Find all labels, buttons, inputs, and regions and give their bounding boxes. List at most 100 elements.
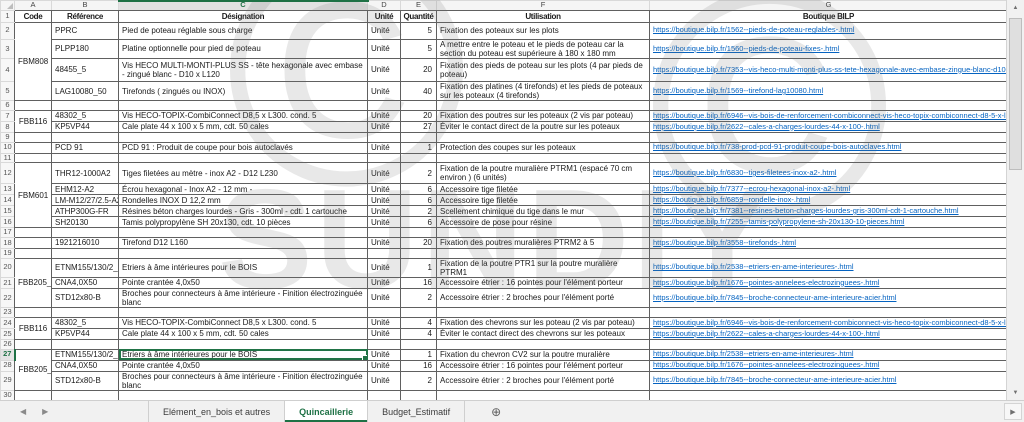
cell-quantity[interactable]: 6 [401, 217, 437, 228]
cell-designation[interactable]: Tamis polypropylène SH 20x130, cdt. 10 p… [119, 217, 368, 228]
cell-utilisation[interactable]: Fixation des poutres sur les poteaux (2 … [437, 111, 650, 122]
cell-designation[interactable]: Tirefond D12 L160 [119, 237, 368, 248]
cell-unit[interactable]: Unité [368, 59, 401, 82]
cell-designation[interactable]: Platine optionnelle pour pied de poteau [119, 39, 368, 58]
row-number[interactable]: 27 [1, 349, 15, 360]
cell-code[interactable] [15, 339, 52, 349]
cell-link-container[interactable] [650, 228, 1008, 238]
cell-link-container[interactable]: https://boutique.bilp.fr/6946--vis-bois-… [650, 111, 1008, 122]
cell-reference[interactable]: CNA4,0X50 [52, 360, 119, 371]
cell-link-container[interactable]: https://boutique.bilp.fr/7255--tamis-pol… [650, 217, 1008, 228]
cell-link-container[interactable] [650, 248, 1008, 258]
cell-designation[interactable] [119, 248, 368, 258]
cell-utilisation[interactable] [437, 101, 650, 111]
cell-quantity[interactable]: 5 [401, 22, 437, 39]
cell-utilisation[interactable]: Scellement chimique du tige dans le mur [437, 206, 650, 217]
cell-reference[interactable]: ATHP300G-FR [52, 206, 119, 217]
cell-utilisation[interactable]: Fixation de la poutre muralière PTRM1 (e… [437, 163, 650, 184]
product-link[interactable]: https://boutique.bilp.fr/1560--pieds-de-… [653, 44, 839, 53]
cell-unit[interactable] [368, 308, 401, 318]
cell-quantity[interactable]: 2 [401, 206, 437, 217]
cell-reference[interactable] [52, 133, 119, 143]
cell-designation[interactable]: Tirefonds ( zingués ou INOX) [119, 82, 368, 101]
cell-designation[interactable]: Rondelles INOX D 12,2 mm [119, 195, 368, 206]
row-number[interactable]: 24 [1, 317, 15, 328]
cell-utilisation[interactable] [437, 133, 650, 143]
cell-unit[interactable] [368, 390, 401, 400]
cell-utilisation[interactable]: Accessoire tige filetée [437, 195, 650, 206]
cell-code[interactable] [15, 390, 52, 400]
product-link[interactable]: https://boutique.bilp.fr/7845--broche-co… [653, 293, 896, 302]
column-letter-f[interactable]: F [437, 1, 650, 11]
cell-reference[interactable]: THR12-1000A2 [52, 163, 119, 184]
cell-quantity[interactable]: 6 [401, 184, 437, 195]
cell-quantity[interactable]: 5 [401, 39, 437, 58]
cell-unit[interactable]: Unité [368, 195, 401, 206]
column-letter-a[interactable]: A [15, 1, 52, 11]
cell-quantity[interactable] [401, 101, 437, 111]
cell-unit[interactable]: Unité [368, 277, 401, 288]
cell-quantity[interactable]: 20 [401, 237, 437, 248]
cell-unit[interactable]: Unité [368, 206, 401, 217]
cell-utilisation[interactable]: Accessoire étrier : 2 broches pour l'élé… [437, 371, 650, 390]
row-number[interactable]: 11 [1, 153, 15, 163]
cell-designation[interactable] [119, 153, 368, 163]
cell-unit[interactable] [368, 153, 401, 163]
product-link[interactable]: https://boutique.bilp.fr/6830--tiges-fil… [653, 168, 836, 177]
product-link[interactable]: https://boutique.bilp.fr/738-prod-pcd-91… [653, 142, 901, 151]
cell-link-container[interactable] [650, 101, 1008, 111]
product-link[interactable]: https://boutique.bilp.fr/1676--pointes-a… [653, 360, 879, 369]
cell-quantity[interactable]: 6 [401, 195, 437, 206]
product-link[interactable]: https://boutique.bilp.fr/7845--broche-co… [653, 375, 896, 384]
product-link[interactable]: https://boutique.bilp.fr/2622--cales-a-c… [653, 122, 880, 131]
cell-unit[interactable]: Unité [368, 328, 401, 339]
cell-quantity[interactable] [401, 133, 437, 143]
cell-quantity[interactable]: 2 [401, 288, 437, 307]
cell-unit[interactable]: Unité [368, 122, 401, 133]
row-number[interactable]: 4 [1, 59, 15, 82]
cell-quantity[interactable]: 1 [401, 258, 437, 277]
row-number[interactable]: 18 [1, 237, 15, 248]
cell-designation[interactable]: Vis HECO-TOPIX-CombiConnect D8,5 x L300.… [119, 317, 368, 328]
cell-quantity[interactable]: 2 [401, 163, 437, 184]
cell-link-container[interactable]: https://boutique.bilp.fr/2622--cales-a-c… [650, 122, 1008, 133]
cell-link-container[interactable]: https://boutique.bilp.fr/7353--vis-heco-… [650, 59, 1008, 82]
cell-link-container[interactable] [650, 308, 1008, 318]
product-link[interactable]: https://boutique.bilp.fr/2538--etriers-e… [653, 349, 854, 358]
cell-link-container[interactable]: https://boutique.bilp.fr/1562--pieds-de-… [650, 22, 1008, 39]
cell-utilisation[interactable]: Éviter le contact direct de la poutre su… [437, 122, 650, 133]
cell-quantity[interactable]: 16 [401, 360, 437, 371]
column-letter-g[interactable]: G [650, 1, 1008, 11]
cell-quantity[interactable]: 1 [401, 349, 437, 360]
cell-link-container[interactable]: https://boutique.bilp.fr/1569--tirefond-… [650, 82, 1008, 101]
cell-designation[interactable] [119, 133, 368, 143]
cell-link-container[interactable] [650, 339, 1008, 349]
cell-utilisation[interactable]: Accessoire étrier : 16 pointes pour l'él… [437, 360, 650, 371]
cell-code[interactable] [15, 308, 52, 318]
cell-link-container[interactable]: https://boutique.bilp.fr/1560--pieds-de-… [650, 39, 1008, 58]
cell-code[interactable] [15, 228, 52, 238]
cell-quantity[interactable]: 16 [401, 277, 437, 288]
cell-utilisation[interactable] [437, 390, 650, 400]
cell-link-container[interactable]: https://boutique.bilp.fr/6859--rondelle-… [650, 195, 1008, 206]
cell-designation[interactable]: Pointe crantée 4,0x50 [119, 360, 368, 371]
product-link[interactable]: https://boutique.bilp.fr/2538--etriers-e… [653, 262, 854, 271]
cell-designation[interactable]: Broches pour connecteurs à âme intérieur… [119, 371, 368, 390]
cell-unit[interactable]: Unité [368, 163, 401, 184]
product-link[interactable]: https://boutique.bilp.fr/7255--tamis-pol… [653, 217, 904, 226]
column-letter-d[interactable]: D [368, 1, 401, 11]
cell-code[interactable] [15, 142, 52, 153]
row-number[interactable]: 26 [1, 339, 15, 349]
cell-unit[interactable] [368, 339, 401, 349]
row-number[interactable]: 7 [1, 111, 15, 122]
cell-unit[interactable] [368, 248, 401, 258]
cell-unit[interactable]: Unité [368, 217, 401, 228]
cell-unit[interactable] [368, 133, 401, 143]
row-number[interactable]: 23 [1, 308, 15, 318]
cell-reference[interactable]: 1921216010 [52, 237, 119, 248]
cell-code[interactable]: FBM601 [15, 163, 52, 228]
cell-reference[interactable]: CNA4,0X50 [52, 277, 119, 288]
cell-designation[interactable] [119, 308, 368, 318]
cell-unit[interactable]: Unité [368, 371, 401, 390]
row-number[interactable]: 9 [1, 133, 15, 143]
